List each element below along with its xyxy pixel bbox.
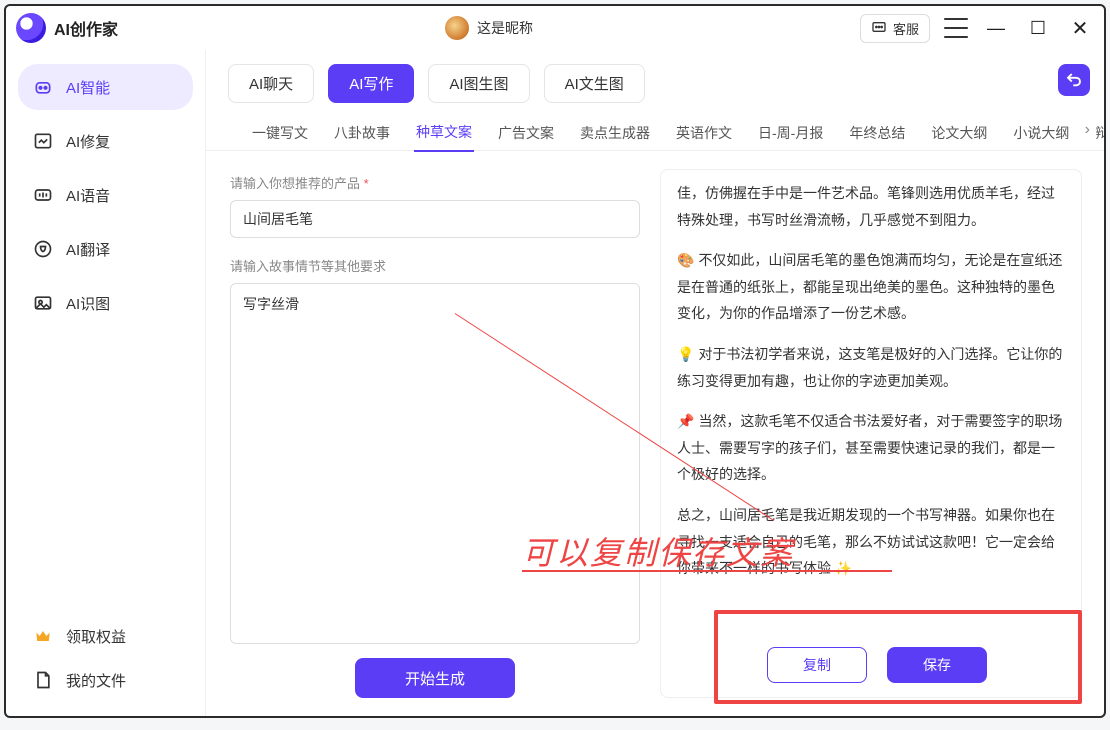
- nickname: 这是昵称: [477, 18, 533, 38]
- main-panel: AI聊天 AI写作 AI图生图 AI文生图 一键写文 八卦故事 种草文案 广告文…: [206, 50, 1104, 716]
- avatar[interactable]: [445, 16, 469, 40]
- output-paragraph: 总之，山间居毛笔是我近期发现的一个书写神器。如果你也在寻找一支适合自己的毛笔，那…: [677, 502, 1063, 582]
- sub-tab[interactable]: 一键写文: [250, 115, 310, 151]
- sub-tabs-more-icon[interactable]: ›: [1085, 121, 1090, 139]
- input-form: 请输入你想推荐的产品 * 请输入故事情节等其他要求 写字丝滑 开始生成: [230, 169, 640, 698]
- sidebar-item-label: AI语音: [66, 185, 110, 206]
- support-label: 客服: [893, 19, 919, 38]
- sidebar-item-ai-smart[interactable]: AI智能: [18, 64, 193, 110]
- extra-label: 请输入故事情节等其他要求: [230, 256, 640, 275]
- sub-tab[interactable]: 广告文案: [496, 115, 556, 151]
- titlebar: AI创作家 这是昵称 客服 — ☐ ✕: [6, 6, 1104, 50]
- sidebar: AI智能 AI修复 AI语音 AI翻译 AI识图 领取权益: [6, 50, 206, 716]
- sub-tab[interactable]: 论文大纲: [929, 115, 989, 151]
- sub-tab[interactable]: 小说大纲: [1011, 115, 1071, 151]
- sidebar-foot-label: 我的文件: [66, 670, 126, 691]
- sub-tab-active[interactable]: 种草文案: [414, 114, 474, 152]
- sidebar-item-label: AI智能: [66, 77, 110, 98]
- app-logo-icon: [16, 13, 46, 43]
- sidebar-item-ai-voice[interactable]: AI语音: [18, 172, 193, 218]
- crown-icon: [32, 625, 54, 647]
- chat-icon: [871, 20, 887, 36]
- undo-icon: [1065, 71, 1083, 89]
- voice-icon: [32, 184, 54, 206]
- sub-tab[interactable]: 英语作文: [674, 115, 734, 151]
- output-paragraph: 佳，仿佛握在手中是一件艺术品。笔锋则选用优质羊毛，经过特殊处理，书写时丝滑流畅，…: [677, 180, 1063, 233]
- save-button[interactable]: 保存: [887, 647, 987, 683]
- app-window: AI创作家 这是昵称 客服 — ☐ ✕ AI智能 AI修复: [4, 4, 1106, 718]
- output-panel: 佳，仿佛握在手中是一件艺术品。笔锋则选用优质羊毛，经过特殊处理，书写时丝滑流畅，…: [660, 169, 1082, 698]
- sidebar-claim-benefit[interactable]: 领取权益: [18, 614, 193, 658]
- mode-tab-write[interactable]: AI写作: [328, 64, 414, 103]
- generate-button[interactable]: 开始生成: [355, 658, 515, 698]
- menu-button[interactable]: [944, 18, 968, 38]
- output-paragraph: 🎨不仅如此，山间居毛笔的墨色饱满而均匀，无论是在宣纸还是在普通的纸张上，都能呈现…: [677, 247, 1063, 327]
- sidebar-foot-label: 领取权益: [66, 626, 126, 647]
- sub-tab[interactable]: 日-周-月报: [756, 115, 825, 151]
- image-repair-icon: [32, 130, 54, 152]
- maximize-button[interactable]: ☐: [1024, 18, 1052, 39]
- sub-tabs: 一键写文 八卦故事 种草文案 广告文案 卖点生成器 英语作文 日-周-月报 年终…: [206, 111, 1104, 151]
- mode-tab-chat[interactable]: AI聊天: [228, 64, 314, 103]
- sub-tab[interactable]: 卖点生成器: [578, 115, 652, 151]
- sidebar-item-label: AI翻译: [66, 239, 110, 260]
- sidebar-item-label: AI修复: [66, 131, 110, 152]
- product-input[interactable]: [230, 200, 640, 238]
- sub-tab[interactable]: 八卦故事: [332, 115, 392, 151]
- sidebar-item-label: AI识图: [66, 293, 110, 314]
- output-paragraph: 💡对于书法初学者来说，这支笔是极好的入门选择。它让你的练习变得更加有趣，也让你的…: [677, 341, 1063, 394]
- mode-tab-txt2img[interactable]: AI文生图: [544, 64, 645, 103]
- sub-tab[interactable]: 辩论稿: [1093, 115, 1104, 151]
- vision-icon: [32, 292, 54, 314]
- app-title: AI创作家: [54, 16, 118, 40]
- extra-textarea[interactable]: 写字丝滑: [230, 283, 640, 644]
- history-button[interactable]: [1058, 64, 1090, 96]
- translate-icon: [32, 238, 54, 260]
- sidebar-item-ai-repair[interactable]: AI修复: [18, 118, 193, 164]
- sparkle-icon: [32, 76, 54, 98]
- product-label: 请输入你想推荐的产品 *: [230, 173, 640, 192]
- mode-tab-img2img[interactable]: AI图生图: [428, 64, 529, 103]
- minimize-button[interactable]: —: [982, 18, 1010, 39]
- sidebar-item-ai-translate[interactable]: AI翻译: [18, 226, 193, 272]
- sidebar-my-files[interactable]: 我的文件: [18, 658, 193, 702]
- sub-tab[interactable]: 年终总结: [847, 115, 907, 151]
- close-button[interactable]: ✕: [1066, 16, 1094, 41]
- copy-button[interactable]: 复制: [767, 647, 867, 683]
- support-button[interactable]: 客服: [860, 14, 930, 43]
- sidebar-item-ai-vision[interactable]: AI识图: [18, 280, 193, 326]
- output-scroll[interactable]: 佳，仿佛握在手中是一件艺术品。笔锋则选用优质羊毛，经过特殊处理，书写时丝滑流畅，…: [677, 180, 1077, 637]
- mode-tabs: AI聊天 AI写作 AI图生图 AI文生图: [206, 50, 1104, 111]
- file-icon: [32, 669, 54, 691]
- output-actions: 复制 保存: [677, 637, 1077, 683]
- output-paragraph: 📌当然，这款毛笔不仅适合书法爱好者，对于需要签字的职场人士、需要写字的孩子们，甚…: [677, 408, 1063, 488]
